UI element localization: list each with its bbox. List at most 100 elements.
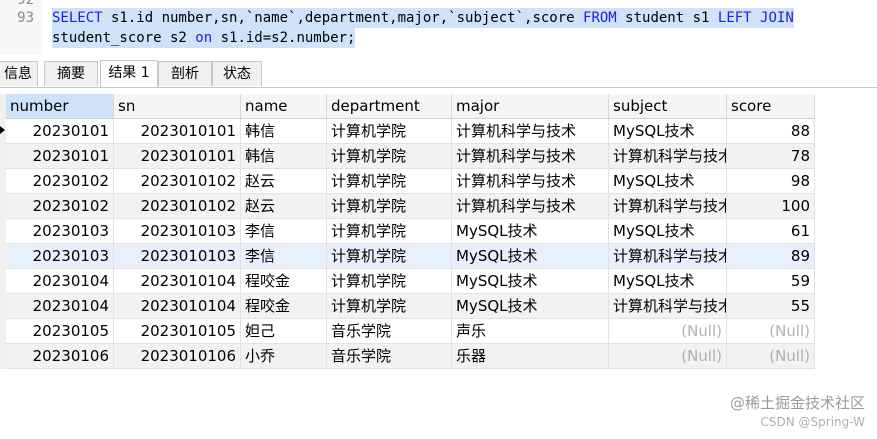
cell-number[interactable]: 20230105 [6, 319, 114, 344]
cell-sn[interactable]: 2023010102 [114, 194, 241, 219]
cell-score[interactable]: 89 [727, 244, 815, 269]
sql-keyword: on [195, 30, 213, 46]
cell-name[interactable]: 韩信 [241, 144, 327, 169]
line-number-gutter: 92 93 [0, 0, 42, 55]
cell-score[interactable]: 59 [727, 269, 815, 294]
cell-major[interactable]: 声乐 [452, 319, 609, 344]
cell-department[interactable]: 计算机学院 [327, 169, 452, 194]
cell-major[interactable]: 计算机科学与技术 [452, 194, 609, 219]
cell-major[interactable]: 计算机科学与技术 [452, 169, 609, 194]
cell-sn[interactable]: 2023010104 [114, 269, 241, 294]
sql-text: student_score s2 [52, 30, 196, 46]
cell-score[interactable]: (Null) [727, 319, 815, 344]
watermark-subtext: CSDN @Spring-W [760, 415, 865, 429]
cell-subject[interactable]: MySQL技术 [609, 219, 727, 244]
cell-sn[interactable]: 2023010103 [114, 219, 241, 244]
cell-subject[interactable]: MySQL技术 [609, 119, 727, 144]
cell-subject[interactable]: MySQL技术 [609, 169, 727, 194]
cell-number[interactable]: 20230104 [6, 294, 114, 319]
column-header-sn[interactable]: sn [114, 94, 241, 119]
cell-major[interactable]: MySQL技术 [452, 294, 609, 319]
tab-summary[interactable]: 摘要 [44, 61, 98, 86]
cell-sn[interactable]: 2023010103 [114, 244, 241, 269]
watermark-text: @稀土掘金技术社区 [729, 394, 865, 412]
cell-name[interactable]: 韩信 [241, 119, 327, 144]
column-header-major[interactable]: major [452, 94, 609, 119]
sql-keyword: FROM [583, 10, 617, 26]
cell-major[interactable]: 乐器 [452, 344, 609, 369]
cell-department[interactable]: 计算机学院 [327, 144, 452, 169]
cell-name[interactable]: 赵云 [241, 194, 327, 219]
column-header-number[interactable]: number [6, 94, 114, 119]
column-header-score[interactable]: score [727, 94, 815, 119]
cell-sn[interactable]: 2023010102 [114, 169, 241, 194]
cell-number[interactable]: 20230106 [6, 344, 114, 369]
cell-subject[interactable]: 计算机科学与技术 [609, 294, 727, 319]
cell-subject[interactable]: 计算机科学与技术 [609, 144, 727, 169]
cell-name[interactable]: 李信 [241, 244, 327, 269]
cell-subject[interactable]: MySQL技术 [609, 269, 727, 294]
cell-subject[interactable]: 计算机科学与技术 [609, 244, 727, 269]
column-header-department[interactable]: department [327, 94, 452, 119]
cell-number[interactable]: 20230102 [6, 194, 114, 219]
cell-name[interactable]: 程咬金 [241, 269, 327, 294]
cell-major[interactable]: 计算机科学与技术 [452, 144, 609, 169]
cell-sn[interactable]: 2023010106 [114, 344, 241, 369]
cell-name[interactable]: 小乔 [241, 344, 327, 369]
cell-department[interactable]: 计算机学院 [327, 294, 452, 319]
sql-text: student s1 [616, 10, 718, 26]
tab-result-1[interactable]: 结果 1 [100, 60, 158, 87]
cell-number[interactable]: 20230104 [6, 269, 114, 294]
watermark: @稀土掘金技术社区 CSDN @Spring-W [730, 392, 865, 429]
tab-info[interactable]: 信息 [0, 61, 38, 86]
cell-sn[interactable]: 2023010101 [114, 119, 241, 144]
cell-score[interactable]: 61 [727, 219, 815, 244]
cell-department[interactable]: 计算机学院 [327, 269, 452, 294]
cell-department[interactable]: 音乐学院 [327, 344, 452, 369]
cell-name[interactable]: 程咬金 [241, 294, 327, 319]
cell-score[interactable]: (Null) [727, 344, 815, 369]
cell-subject[interactable]: (Null) [609, 319, 727, 344]
cell-score[interactable]: 55 [727, 294, 815, 319]
cell-sn[interactable]: 2023010101 [114, 144, 241, 169]
sql-keyword: LEFT JOIN [717, 10, 794, 26]
tab-status[interactable]: 状态 [212, 61, 262, 86]
cell-name[interactable]: 赵云 [241, 169, 327, 194]
column-header-subject[interactable]: subject [609, 94, 727, 119]
cell-subject[interactable]: (Null) [609, 344, 727, 369]
cell-number[interactable]: 20230102 [6, 169, 114, 194]
sql-text: s1.id number,sn,`name`,department,major,… [102, 10, 584, 26]
cell-major[interactable]: 计算机科学与技术 [452, 119, 609, 144]
column-header-name[interactable]: name [241, 94, 327, 119]
cell-score[interactable]: 78 [727, 144, 815, 169]
cell-score[interactable]: 98 [727, 169, 815, 194]
cell-major[interactable]: MySQL技术 [452, 269, 609, 294]
cell-department[interactable]: 音乐学院 [327, 319, 452, 344]
sql-line[interactable]: SELECT s1.id number,sn,`name`,department… [52, 8, 794, 28]
cell-name[interactable]: 妲己 [241, 319, 327, 344]
cell-sn[interactable]: 2023010104 [114, 294, 241, 319]
sql-editor[interactable]: 92 93 SELECT s1.id number,sn,`name`,depa… [0, 0, 877, 55]
current-row-arrow-icon [0, 126, 5, 134]
cell-number[interactable]: 20230103 [6, 244, 114, 269]
cell-number[interactable]: 20230103 [6, 219, 114, 244]
cell-score[interactable]: 88 [727, 119, 815, 144]
cell-department[interactable]: 计算机学院 [327, 219, 452, 244]
line-number: 93 [17, 10, 34, 26]
cell-major[interactable]: MySQL技术 [452, 244, 609, 269]
sql-line[interactable]: student_score s2 on s1.id=s2.number; [52, 28, 356, 48]
cell-score[interactable]: 100 [727, 194, 815, 219]
sql-text: s1.id=s2.number; [212, 30, 356, 46]
cell-subject[interactable]: 计算机科学与技术 [609, 194, 727, 219]
cell-department[interactable]: 计算机学院 [327, 244, 452, 269]
cell-major[interactable]: MySQL技术 [452, 219, 609, 244]
cell-department[interactable]: 计算机学院 [327, 119, 452, 144]
cell-number[interactable]: 20230101 [6, 144, 114, 169]
tab-profile[interactable]: 剖析 [158, 61, 212, 86]
sql-keyword: SELECT [52, 10, 103, 26]
cell-sn[interactable]: 2023010105 [114, 319, 241, 344]
cell-department[interactable]: 计算机学院 [327, 194, 452, 219]
result-tab-bar: 信息 摘要 结果 1 剖析 状态 [0, 60, 877, 88]
cell-name[interactable]: 李信 [241, 219, 327, 244]
cell-number[interactable]: 20230101 [6, 119, 114, 144]
